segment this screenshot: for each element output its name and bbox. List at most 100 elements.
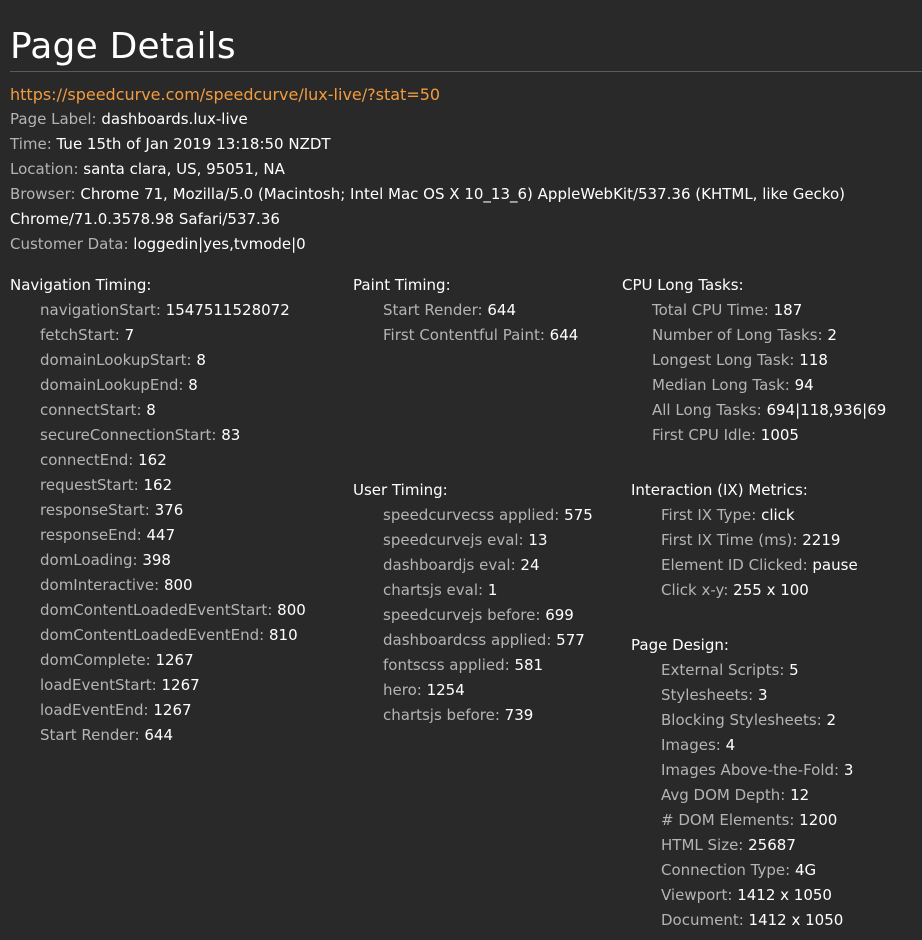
metric-label: dashboardjs eval: <box>383 556 516 574</box>
info-customer-data: Customer Data: loggedin|yes,tvmode|0 <box>10 232 915 257</box>
metric-value: 644 <box>144 726 174 744</box>
user-timing-section: User Timing: speedcurvecss applied: 575 sp… <box>353 478 593 728</box>
metric-row: domInteractive: 800 <box>10 573 306 598</box>
info-browser: Browser: Chrome 71, Mozilla/5.0 (Macinto… <box>10 182 915 232</box>
metric-row: Click x-y: 255 x 100 <box>631 578 858 603</box>
metric-value: 575 <box>564 506 593 524</box>
metric-value: 8 <box>196 351 206 369</box>
info-time: Time: Tue 15th of Jan 2019 13:18:50 NZDT <box>10 132 915 157</box>
metric-label: dashboardcss applied: <box>383 631 552 649</box>
metric-value: 1412 x 1050 <box>737 886 832 904</box>
metric-value: 1 <box>487 581 498 599</box>
interaction-metrics-section: Interaction (IX) Metrics: First IX Type: … <box>631 478 858 603</box>
metric-label: Total CPU Time: <box>652 301 769 319</box>
metric-label: navigationStart: <box>40 301 161 319</box>
metric-label: speedcurvecss applied: <box>383 506 560 524</box>
metric-row: domComplete: 1267 <box>10 648 306 673</box>
metric-value: 4 <box>725 736 736 754</box>
info-label: Time: <box>10 135 52 153</box>
metric-row: hero: 1254 <box>353 678 593 703</box>
metric-value: 7 <box>124 326 135 344</box>
metric-row: Total CPU Time: 187 <box>622 298 886 323</box>
metric-row: Connection Type: 4G <box>631 858 853 883</box>
metric-label: fontscss applied: <box>383 656 510 674</box>
metric-row: speedcurvejs before: 699 <box>353 603 593 628</box>
metric-label: Viewport: <box>661 886 733 904</box>
metric-value: 1412 x 1050 <box>748 911 844 929</box>
metric-row: Stylesheets: 3 <box>631 683 853 708</box>
metric-value: 447 <box>146 526 176 544</box>
metric-value: 1254 <box>426 681 465 699</box>
metric-row: fetchStart: 7 <box>10 323 306 348</box>
metric-label: Images Above-the-Fold: <box>661 761 840 779</box>
metric-label: domComplete: <box>40 651 151 669</box>
metric-label: hero: <box>383 681 422 699</box>
metric-value: 1267 <box>153 701 192 719</box>
metric-value: 1547511528072 <box>165 301 290 319</box>
page-url-link[interactable]: https://speedcurve.com/speedcurve/lux-li… <box>10 82 915 107</box>
metric-value: 5 <box>789 661 799 679</box>
metric-value: 2 <box>827 326 837 344</box>
metric-row: HTML Size: 25687 <box>631 833 853 858</box>
metric-value: 3 <box>758 686 768 704</box>
metric-row: Viewport: 1412 x 1050 <box>631 883 853 908</box>
page-info: https://speedcurve.com/speedcurve/lux-li… <box>10 82 915 257</box>
metric-label: First IX Time (ms): <box>661 531 798 549</box>
navigation-timing-section: Navigation Timing: navigationStart: 15475… <box>10 273 306 748</box>
metric-label: speedcurvejs eval: <box>383 531 524 549</box>
info-label: Page Label: <box>10 110 97 128</box>
metric-row: connectEnd: 162 <box>10 448 306 473</box>
metric-label: All Long Tasks: <box>652 401 762 419</box>
metric-value: 800 <box>163 576 193 594</box>
metric-value: pause <box>812 556 858 574</box>
info-value: Chrome 71, Mozilla/5.0 (Macintosh; Intel… <box>10 185 845 228</box>
metric-row: navigationStart: 1547511528072 <box>10 298 306 323</box>
metric-label: Start Render: <box>383 301 483 319</box>
info-label: Browser: <box>10 185 76 203</box>
info-value: Tue 15th of Jan 2019 13:18:50 NZDT <box>56 135 331 153</box>
metric-row: Avg DOM Depth: 12 <box>631 783 853 808</box>
metric-value: 2219 <box>802 531 841 549</box>
metric-label: loadEventEnd: <box>40 701 149 719</box>
metric-value: 94 <box>794 376 814 394</box>
info-page-label: Page Label: dashboards.lux-live <box>10 107 915 132</box>
metric-row: domainLookupStart: 8 <box>10 348 306 373</box>
section-heading: CPU Long Tasks: <box>622 276 744 294</box>
metric-row: # DOM Elements: 1200 <box>631 808 853 833</box>
metric-label: responseEnd: <box>40 526 142 544</box>
metric-label: Document: <box>661 911 744 929</box>
metric-row: Element ID Clicked: pause <box>631 553 858 578</box>
metric-row: responseStart: 376 <box>10 498 306 523</box>
metric-value: 2 <box>826 711 837 729</box>
section-heading: User Timing: <box>353 481 448 499</box>
metric-value: 12 <box>790 786 810 804</box>
metric-row: Images: 4 <box>631 733 853 758</box>
metric-value: click <box>761 506 795 524</box>
metric-row: chartsjs before: 739 <box>353 703 593 728</box>
paint-timing-section: Paint Timing: Start Render: 644 First Cont… <box>353 273 578 348</box>
metric-value: 13 <box>528 531 548 549</box>
metric-value: 644 <box>549 326 579 344</box>
metric-value: 187 <box>773 301 803 319</box>
info-value: loggedin|yes,tvmode|0 <box>133 235 306 253</box>
info-value: dashboards.lux-live <box>101 110 248 128</box>
cpu-long-tasks-section: CPU Long Tasks: Total CPU Time: 187 Number… <box>622 273 886 448</box>
metric-value: 800 <box>277 601 306 619</box>
metric-value: 739 <box>504 706 534 724</box>
metric-row: First IX Type: click <box>631 503 858 528</box>
metric-label: Longest Long Task: <box>652 351 795 369</box>
metric-row: domContentLoadedEventEnd: 810 <box>10 623 306 648</box>
metric-value: 255 x 100 <box>733 581 809 599</box>
metric-value: 3 <box>843 761 854 779</box>
metric-label: HTML Size: <box>661 836 744 854</box>
metric-label: speedcurvejs before: <box>383 606 541 624</box>
metric-label: External Scripts: <box>661 661 785 679</box>
metric-value: 398 <box>142 551 171 569</box>
metric-row: dashboardcss applied: 577 <box>353 628 593 653</box>
metric-row: responseEnd: 447 <box>10 523 306 548</box>
info-label: Customer Data: <box>10 235 129 253</box>
metric-value: 577 <box>556 631 585 649</box>
metric-row: Document: 1412 x 1050 <box>631 908 853 933</box>
metric-label: chartsjs before: <box>383 706 500 724</box>
metric-label: chartsjs eval: <box>383 581 484 599</box>
